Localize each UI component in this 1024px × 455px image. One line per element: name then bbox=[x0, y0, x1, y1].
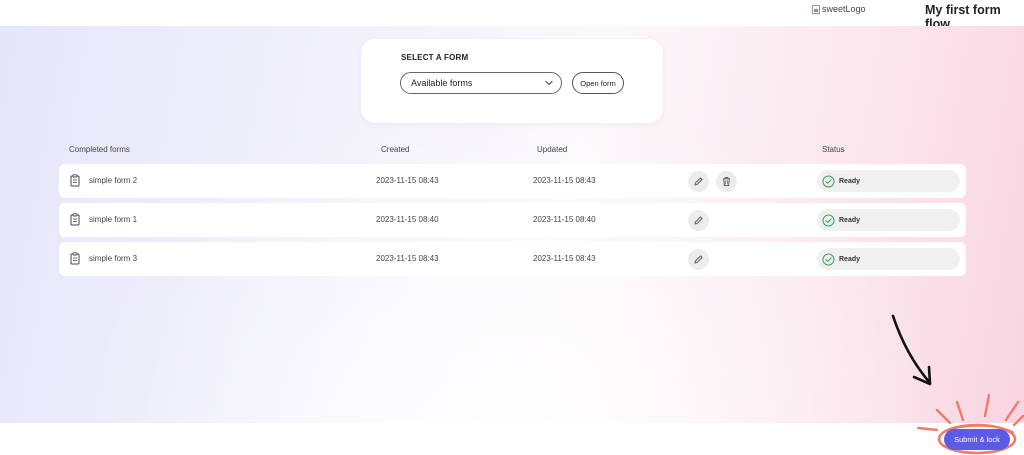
logo-alt-text: sweetLogo bbox=[822, 4, 866, 14]
updated-date: 2023-11-15 08:40 bbox=[533, 215, 596, 224]
status-badge: Ready bbox=[817, 248, 960, 270]
forms-dropdown-value: Available forms bbox=[411, 78, 473, 88]
chevron-down-icon bbox=[545, 80, 553, 86]
check-circle-icon bbox=[822, 253, 835, 265]
table-row[interactable]: simple form 3 2023-11-15 08:43 2023-11-1… bbox=[59, 242, 966, 276]
table-row[interactable]: simple form 1 2023-11-15 08:40 2023-11-1… bbox=[59, 203, 966, 237]
open-form-button[interactable]: Open form bbox=[572, 72, 624, 94]
created-date: 2023-11-15 08:43 bbox=[376, 176, 439, 185]
clipboard-icon bbox=[70, 174, 80, 187]
status-badge: Ready bbox=[817, 170, 960, 192]
broken-image-icon bbox=[812, 4, 820, 14]
form-name: simple form 3 bbox=[89, 254, 138, 263]
clipboard-icon bbox=[70, 252, 80, 265]
updated-date: 2023-11-15 08:43 bbox=[533, 176, 596, 185]
clipboard-icon bbox=[70, 213, 80, 226]
updated-date: 2023-11-15 08:43 bbox=[533, 254, 596, 263]
form-name: simple form 1 bbox=[89, 215, 138, 224]
created-date: 2023-11-15 08:43 bbox=[376, 254, 439, 263]
pencil-icon bbox=[694, 216, 703, 225]
created-date: 2023-11-15 08:40 bbox=[376, 215, 439, 224]
submit-lock-button[interactable]: Submit & lock bbox=[944, 429, 1010, 450]
form-name: simple form 2 bbox=[89, 176, 138, 185]
check-circle-icon bbox=[822, 175, 835, 187]
column-header-updated: Updated bbox=[537, 145, 568, 154]
select-form-card: SELECT A FORM Available forms Open form bbox=[361, 39, 663, 123]
status-badge: Ready bbox=[817, 209, 960, 231]
footer-bar bbox=[0, 423, 1024, 455]
status-label: Ready bbox=[839, 216, 861, 224]
column-header-completed-forms: Completed forms bbox=[69, 145, 130, 154]
edit-button[interactable] bbox=[688, 210, 709, 231]
column-header-status: Status bbox=[822, 145, 845, 154]
check-circle-icon bbox=[822, 214, 835, 226]
edit-button[interactable] bbox=[688, 171, 709, 192]
forms-dropdown[interactable]: Available forms bbox=[400, 72, 562, 94]
column-header-created: Created bbox=[381, 145, 410, 154]
pencil-icon bbox=[694, 255, 703, 264]
table-row[interactable]: simple form 2 2023-11-15 08:43 2023-11-1… bbox=[59, 164, 966, 198]
status-label: Ready bbox=[839, 255, 861, 263]
status-label: Ready bbox=[839, 177, 861, 185]
select-form-title: SELECT A FORM bbox=[401, 53, 469, 62]
top-bar: sweetLogo My first form flow bbox=[0, 0, 1024, 31]
delete-button[interactable] bbox=[716, 171, 737, 192]
edit-button[interactable] bbox=[688, 249, 709, 270]
pencil-icon bbox=[694, 177, 703, 186]
trash-icon bbox=[723, 177, 730, 187]
logo: sweetLogo bbox=[812, 4, 866, 14]
